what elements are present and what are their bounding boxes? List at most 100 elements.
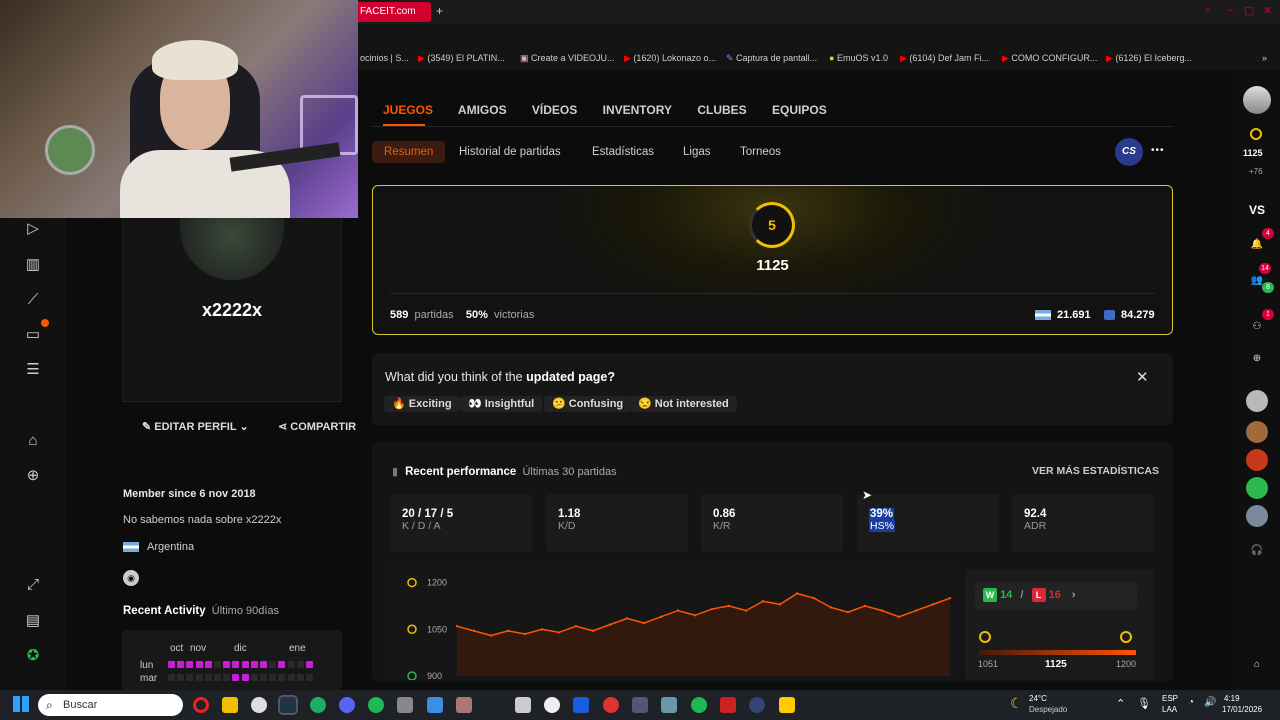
app-icon[interactable] <box>720 697 736 713</box>
window-close-button[interactable]: ✕ <box>1263 4 1272 17</box>
notepad-icon[interactable] <box>427 697 443 713</box>
game-selector-button[interactable]: CS <box>1115 138 1143 166</box>
share-button[interactable]: ⋖ COMPARTIR <box>278 420 356 433</box>
bookmarks-overflow-icon[interactable]: » <box>1262 53 1267 63</box>
new-tab-button[interactable]: + <box>436 4 443 18</box>
app-icon[interactable] <box>544 697 560 713</box>
bookmark[interactable]: ✎ Captura de pantall... <box>726 53 817 64</box>
minimize-icon[interactable]: ⌕ <box>1205 4 1211 17</box>
app-icon[interactable] <box>456 697 472 713</box>
tray-chevron-icon[interactable]: ⌃ <box>1116 697 1125 710</box>
tab-juegos[interactable]: JUEGOS <box>383 103 433 117</box>
subtab-ligas[interactable]: Ligas <box>683 146 711 158</box>
bell-icon[interactable]: 🔔 <box>1248 236 1266 254</box>
tab-equipos[interactable]: EQUIPOS <box>772 103 827 117</box>
window-maximize-button[interactable]: ▢ <box>1244 4 1254 17</box>
steam-icon[interactable] <box>278 695 298 715</box>
versus-button[interactable]: VS <box>1249 203 1265 217</box>
clock-date[interactable]: 17/01/2026 <box>1222 705 1262 714</box>
language[interactable]: ESP <box>1162 694 1178 703</box>
volume-icon[interactable]: 🔊 <box>1204 697 1216 708</box>
more-stats-link[interactable]: VER MÁS ESTADÍSTICAS <box>1032 465 1159 477</box>
bookmark[interactable]: ▶ (6104) Def Jam Fi... <box>900 53 989 64</box>
bookmark[interactable]: ▶ COMO CONFIGUR... <box>1002 53 1097 64</box>
shop-icon[interactable]: ▤ <box>22 610 44 632</box>
survey-option-not-interested[interactable]: 😒 Not interested <box>630 396 737 412</box>
friend-avatar[interactable] <box>1246 449 1268 471</box>
stats-icon[interactable]: ⟋ <box>22 289 44 311</box>
file-explorer-icon[interactable] <box>222 697 238 713</box>
mic-icon[interactable]: 🎙 <box>1137 697 1151 710</box>
subtab-historial[interactable]: Historial de partidas <box>459 146 561 158</box>
survey-option-confusing[interactable]: 😕 Confusing <box>544 396 632 412</box>
steam-icon[interactable]: ◉ <box>123 570 139 586</box>
tab-videos[interactable]: VÍDEOS <box>532 103 577 117</box>
app-icon[interactable] <box>749 697 765 713</box>
more-options-button[interactable]: ••• <box>1151 145 1165 156</box>
taskbar-search[interactable]: ⌕ Buscar <box>38 694 183 716</box>
app-icon[interactable] <box>310 697 326 713</box>
elo-progress-bar <box>979 650 1136 655</box>
faceit-logo-icon[interactable]: ⌂ <box>1248 656 1266 674</box>
spotify-icon[interactable] <box>691 697 707 713</box>
survey-option-insightful[interactable]: 👀 Insightful <box>460 396 543 412</box>
bookmark[interactable]: ▶ (6126) El Iceberg... <box>1106 53 1192 64</box>
bookmark[interactable]: ocinios | S... <box>360 53 409 63</box>
expand-icon[interactable]: ⤢ <box>22 574 44 596</box>
bitwarden-icon[interactable] <box>573 697 589 713</box>
subtab-resumen[interactable]: Resumen <box>372 141 446 163</box>
app-icon[interactable] <box>397 697 413 713</box>
close-survey-icon[interactable]: ✕ <box>1136 368 1149 386</box>
tab-clubes[interactable]: CLUBES <box>697 103 746 117</box>
elo-point <box>455 624 459 628</box>
app-icon[interactable] <box>632 697 648 713</box>
edit-profile-button[interactable]: ✎ EDITAR PERFIL ⌄ <box>142 420 249 433</box>
clock-time[interactable]: 4:19 <box>1224 694 1240 703</box>
survey-option-exciting[interactable]: 🔥 Exciting <box>384 396 460 412</box>
subtab-torneos[interactable]: Torneos <box>740 146 781 158</box>
friend-avatar[interactable] <box>1246 421 1268 443</box>
play-icon[interactable]: ▷ <box>22 218 44 240</box>
app-icon[interactable] <box>661 697 677 713</box>
username: x2222x <box>201 300 263 320</box>
windows-start-icon[interactable] <box>13 696 29 712</box>
friend-avatar[interactable] <box>1246 390 1268 412</box>
win-loss-row[interactable]: W 14 / L 16 › <box>975 582 1137 610</box>
wl-separator: / <box>1020 589 1024 601</box>
language-layout[interactable]: LAA <box>1162 705 1177 714</box>
tab-amigos[interactable]: AMIGOS <box>458 103 507 117</box>
add-circle-icon[interactable]: ⊕ <box>1248 350 1266 368</box>
month-label: dic <box>234 643 247 654</box>
app-icon[interactable] <box>603 697 619 713</box>
survey-question-prefix: What did you think of the <box>385 370 527 384</box>
headset-icon[interactable]: 🎧 <box>1248 542 1266 560</box>
tab-inventory[interactable]: INVENTORY <box>603 103 672 117</box>
elo-point <box>846 610 850 614</box>
add-icon[interactable]: ⊕ <box>22 465 44 487</box>
app-icon[interactable] <box>251 697 267 713</box>
wifi-icon[interactable]: ◔ <box>1188 697 1194 708</box>
month-label: oct <box>170 643 184 654</box>
tick-level-icon <box>407 624 417 635</box>
opera-icon[interactable] <box>193 697 209 713</box>
app-icon[interactable] <box>779 697 795 713</box>
friend-avatar[interactable] <box>1246 477 1268 499</box>
premium-icon[interactable]: ✪ <box>22 645 44 667</box>
window-minimize-button[interactable]: – <box>1227 4 1233 16</box>
spotify-icon[interactable] <box>368 697 384 713</box>
watch-icon[interactable]: ▭ <box>22 324 44 346</box>
bookmark[interactable]: ▣ Create a VIDEOJU... <box>520 53 615 64</box>
subtab-estadisticas[interactable]: Estadísticas <box>592 146 654 158</box>
bookmark[interactable]: ▶ (3549) El PLATIN... <box>418 53 505 64</box>
user-avatar[interactable] <box>1243 86 1271 114</box>
list-icon[interactable]: ☰ <box>22 359 44 381</box>
party-icon[interactable]: ⚇ <box>1248 318 1266 336</box>
club-icon[interactable]: ⌂ <box>22 430 44 452</box>
friend-avatar[interactable] <box>1246 505 1268 527</box>
discord-icon[interactable] <box>339 697 355 713</box>
elo-point <box>829 606 833 609</box>
app-icon[interactable] <box>515 697 531 713</box>
ranking-icon[interactable]: ▥ <box>22 254 44 276</box>
bookmark[interactable]: ▶ (1620) Lokonazo o... <box>624 53 716 64</box>
bookmark[interactable]: ● EmuOS v1.0 <box>829 53 888 63</box>
